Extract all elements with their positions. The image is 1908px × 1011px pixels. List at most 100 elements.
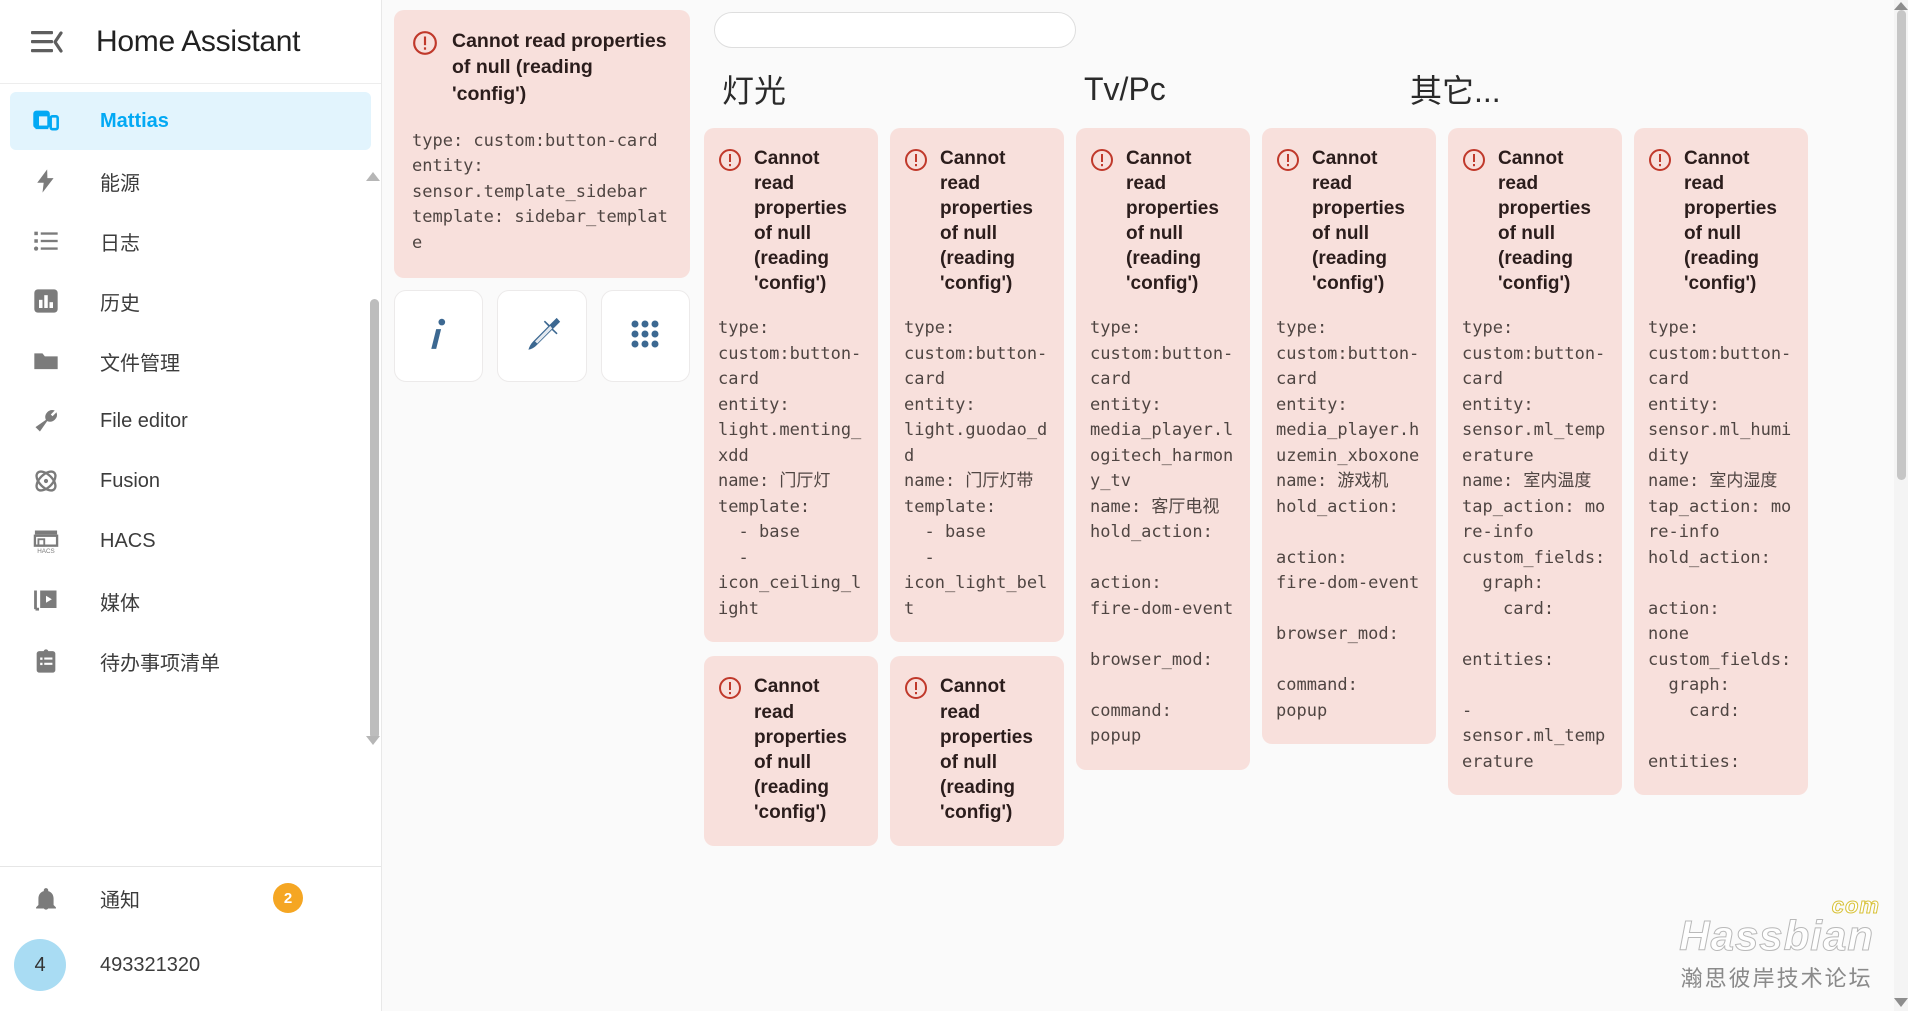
lightning-bolt-icon bbox=[28, 163, 64, 199]
dots-grid-icon bbox=[625, 314, 665, 359]
column-headings: 灯光 Tv/Pc 其它... bbox=[704, 62, 1894, 116]
error-card-title: Cannot read properties of null (reading … bbox=[452, 30, 667, 105]
error-card: Cannot read properties of null (reading … bbox=[704, 128, 878, 643]
sidebar-item-label: 待办事项清单 bbox=[100, 652, 220, 675]
watermark-subtitle: 瀚思彼岸技术论坛 bbox=[1680, 966, 1873, 991]
sidebar-item-todo[interactable]: 待办事项清单 bbox=[10, 632, 371, 690]
error-card-header: Cannot read properties of null (reading … bbox=[1462, 146, 1608, 296]
app-root: Home Assistant Mattias 能源 日志 历史 文件管理 Fil… bbox=[0, 0, 1908, 1011]
sidebar-item-mattias[interactable]: Mattias bbox=[10, 92, 371, 150]
watermark-tld: com bbox=[1831, 893, 1880, 918]
sidebar-item-label: 媒体 bbox=[100, 592, 140, 615]
wrench-icon bbox=[28, 403, 64, 439]
error-card-title: Cannot read properties of null (reading … bbox=[754, 676, 847, 823]
apps-grid-button[interactable] bbox=[600, 290, 690, 383]
error-card-yaml: type: custom:button-card entity: sensor.… bbox=[1462, 318, 1606, 772]
page-scrollbar[interactable] bbox=[1894, 0, 1908, 1011]
sidebar-scroll-down-arrow[interactable] bbox=[366, 736, 380, 745]
alert-circle-icon bbox=[718, 148, 744, 174]
error-card: Cannot read properties of null (reading … bbox=[704, 656, 878, 847]
error-card: Cannot read properties of null (reading … bbox=[890, 656, 1064, 847]
sidebar-scroll-up-arrow[interactable] bbox=[366, 172, 380, 181]
error-card-title: Cannot read properties of null (reading … bbox=[1498, 148, 1591, 295]
sidebar-item-label: Fusion bbox=[100, 469, 161, 492]
page-scrollbar-thumb[interactable] bbox=[1897, 10, 1906, 480]
error-card-header: Cannot read properties of null (reading … bbox=[412, 28, 670, 107]
error-card-header: Cannot read properties of null (reading … bbox=[1648, 146, 1794, 296]
error-card-header: Cannot read properties of null (reading … bbox=[904, 674, 1050, 824]
broom-button[interactable] bbox=[497, 290, 587, 383]
search-input[interactable] bbox=[714, 12, 1076, 48]
media-play-icon bbox=[28, 583, 64, 619]
sidebar-item-logbook[interactable]: 日志 bbox=[10, 212, 371, 270]
main-content: Cannot read properties of null (reading … bbox=[382, 0, 1908, 1011]
page-scroll-down-arrow[interactable] bbox=[1894, 998, 1908, 1007]
error-card: Cannot read properties of null (reading … bbox=[1076, 128, 1250, 770]
error-card-header: Cannot read properties of null (reading … bbox=[1090, 146, 1236, 296]
avatar: 4 bbox=[14, 939, 66, 991]
error-card-sidebar-template: Cannot read properties of null (reading … bbox=[394, 10, 690, 279]
alert-circle-icon bbox=[718, 676, 744, 702]
alert-circle-icon bbox=[904, 676, 930, 702]
sidebar-item-label: 日志 bbox=[100, 232, 140, 255]
alert-circle-icon bbox=[1648, 148, 1674, 174]
status-badge: 2 bbox=[273, 883, 303, 913]
tablet-dashboard-icon bbox=[28, 103, 64, 139]
sidebar-item-file-manager[interactable]: 文件管理 bbox=[10, 332, 371, 390]
sidebar-item-label: 文件管理 bbox=[100, 352, 180, 375]
sidebar-nav: Mattias 能源 日志 历史 文件管理 File editor Fusion… bbox=[0, 84, 381, 858]
sidebar-item-energy[interactable]: 能源 bbox=[10, 152, 371, 210]
error-card-title: Cannot read properties of null (reading … bbox=[940, 148, 1033, 295]
sidebar-scrollbar-thumb[interactable] bbox=[370, 299, 379, 739]
sidebar-footer: 通知 2 4 493321320 bbox=[0, 867, 381, 1011]
menu-collapse-icon[interactable] bbox=[24, 19, 70, 65]
storefront-hacs-icon: HACS bbox=[28, 523, 64, 559]
quick-button-row bbox=[394, 290, 690, 383]
page-title: Home Assistant bbox=[96, 24, 301, 58]
sidebar-item-hacs[interactable]: HACS HACS bbox=[10, 512, 371, 570]
sidebar-template-column: Cannot read properties of null (reading … bbox=[388, 10, 690, 383]
sidebar-item-label: 历史 bbox=[100, 292, 140, 315]
sidebar: Home Assistant Mattias 能源 日志 历史 文件管理 Fil… bbox=[0, 0, 382, 1011]
error-card-title: Cannot read properties of null (reading … bbox=[754, 148, 847, 295]
error-card-header: Cannot read properties of null (reading … bbox=[718, 146, 864, 296]
sidebar-item-label: 通知 bbox=[100, 889, 140, 912]
grid-column-lights-1: Cannot read properties of null (reading … bbox=[704, 128, 878, 847]
error-card: Cannot read properties of null (reading … bbox=[1448, 128, 1622, 796]
sidebar-header: Home Assistant bbox=[0, 0, 381, 84]
info-italic-icon bbox=[418, 313, 460, 360]
error-card-header: Cannot read properties of null (reading … bbox=[904, 146, 1050, 296]
sidebar-item-fusion[interactable]: Fusion bbox=[10, 452, 371, 510]
heading-tvpc: Tv/Pc bbox=[1084, 70, 1166, 107]
error-card-title: Cannot read properties of null (reading … bbox=[1312, 148, 1405, 295]
sidebar-item-label: 能源 bbox=[100, 172, 140, 195]
error-card: Cannot read properties of null (reading … bbox=[890, 128, 1064, 643]
grid-column-other-1: Cannot read properties of null (reading … bbox=[1448, 128, 1622, 796]
error-card-header: Cannot read properties of null (reading … bbox=[718, 674, 864, 824]
card-grid: Cannot read properties of null (reading … bbox=[704, 128, 1894, 847]
alert-circle-icon bbox=[1276, 148, 1302, 174]
info-button[interactable] bbox=[394, 290, 484, 383]
sidebar-item-label: File editor bbox=[100, 409, 188, 432]
sidebar-item-user[interactable]: 4 493321320 bbox=[0, 929, 381, 1001]
error-card-yaml: type: custom:button-card entity: sensor.… bbox=[1648, 318, 1792, 772]
clipboard-list-icon bbox=[28, 643, 64, 679]
alert-circle-icon bbox=[412, 30, 438, 56]
grid-column-tvpc-2: Cannot read properties of null (reading … bbox=[1262, 128, 1436, 745]
sidebar-item-history[interactable]: 历史 bbox=[10, 272, 371, 330]
sidebar-item-file-editor[interactable]: File editor bbox=[10, 392, 371, 450]
error-card-title: Cannot read properties of null (reading … bbox=[1126, 148, 1219, 295]
error-card-title: Cannot read properties of null (reading … bbox=[1684, 148, 1777, 295]
watermark: Hassbian com 瀚思彼岸技术论坛 bbox=[1679, 894, 1880, 993]
alert-circle-icon bbox=[904, 148, 930, 174]
alert-circle-icon bbox=[1462, 148, 1488, 174]
grid-column-other-2: Cannot read properties of null (reading … bbox=[1634, 128, 1808, 796]
page-scroll-up-arrow[interactable] bbox=[1894, 2, 1908, 10]
grid-column-lights-2: Cannot read properties of null (reading … bbox=[890, 128, 1064, 847]
error-card: Cannot read properties of null (reading … bbox=[1634, 128, 1808, 796]
sidebar-item-notifications[interactable]: 通知 2 bbox=[0, 867, 381, 929]
error-card-yaml: type: custom:button-card entity: media_p… bbox=[1276, 318, 1420, 721]
sidebar-item-media[interactable]: 媒体 bbox=[10, 572, 371, 630]
error-card-yaml: type: custom:button-card entity: media_p… bbox=[1090, 318, 1234, 747]
dashboard-columns: 灯光 Tv/Pc 其它... Cannot read properties of… bbox=[704, 10, 1894, 847]
